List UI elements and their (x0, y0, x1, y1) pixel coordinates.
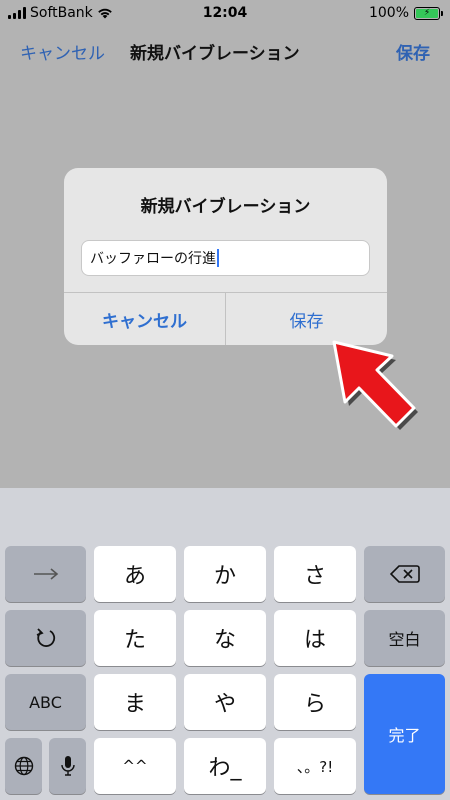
battery-group: 100% ⚡ (368, 5, 443, 21)
key-na[interactable]: な (184, 610, 266, 666)
key-wa[interactable]: わ_ (184, 738, 266, 794)
dictation-key[interactable] (49, 738, 86, 794)
vibration-name-value: バッファローの行進 (90, 251, 216, 267)
microphone-icon (60, 756, 75, 776)
undo-icon (36, 628, 55, 647)
key-ha[interactable]: は (274, 610, 356, 666)
text-caret (217, 249, 219, 267)
dialog-cancel-button[interactable]: キャンセル (64, 293, 226, 345)
next-candidate-key[interactable] (5, 546, 86, 602)
key-ya[interactable]: や (184, 674, 266, 730)
battery-percent: 100% (368, 5, 409, 21)
dialog-title: 新規バイブレーション (140, 197, 311, 217)
new-vibration-dialog: 新規バイブレーション バッファローの行進 キャンセル 保存 (64, 168, 387, 345)
abc-key[interactable]: ABC (5, 674, 86, 730)
backspace-icon (389, 565, 420, 583)
battery-icon: ⚡ (414, 6, 443, 20)
space-key[interactable]: 空白 (364, 610, 445, 666)
delete-key[interactable] (364, 546, 445, 602)
undo-key[interactable] (5, 610, 86, 666)
key-ma[interactable]: ま (94, 674, 176, 730)
nav-cancel-button[interactable]: キャンセル (20, 39, 105, 64)
nav-save-button[interactable]: 保存 (396, 39, 430, 64)
nav-bar: キャンセル 新規バイブレーション 保存 (0, 28, 450, 72)
key-ra[interactable]: ら (274, 674, 356, 730)
key-ta[interactable]: た (94, 610, 176, 666)
japanese-kana-keyboard: あ か さ た な は 空白 ABC ま や ら 完了 ^^ わ_ 、。?! (0, 488, 450, 800)
key-a[interactable]: あ (94, 546, 176, 602)
key-punctuation[interactable]: 、。?! (274, 738, 356, 794)
done-key[interactable]: 完了 (364, 674, 445, 794)
red-arrow-icon (332, 340, 418, 430)
nav-title: 新規バイブレーション (130, 44, 300, 64)
key-ka[interactable]: か (184, 546, 266, 602)
key-kaomoji[interactable]: ^^ (94, 738, 176, 794)
vibration-name-input[interactable]: バッファローの行進 (81, 240, 370, 276)
key-sa[interactable]: さ (274, 546, 356, 602)
status-bar: SoftBank 12:04 100% ⚡ (0, 0, 450, 28)
globe-key[interactable] (5, 738, 42, 794)
globe-icon (14, 756, 33, 776)
arrow-right-icon (33, 568, 58, 580)
